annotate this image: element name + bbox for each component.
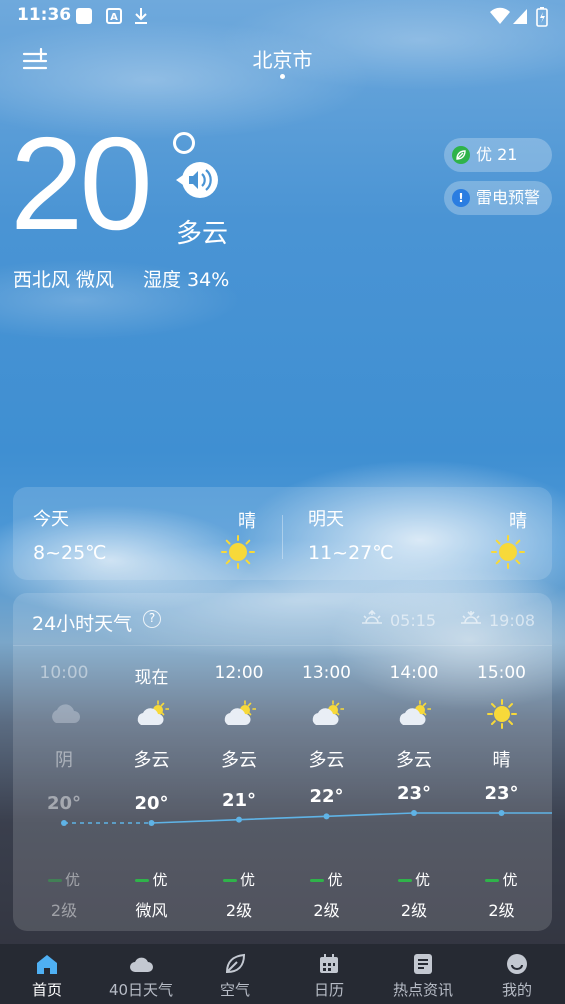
city-title[interactable]: 北京市 — [0, 44, 565, 73]
notification-square-icon — [76, 8, 92, 24]
status-bar: 11:36 A — [0, 0, 565, 32]
temp-line — [151, 812, 552, 824]
calendar-icon — [320, 954, 338, 973]
leaf-icon — [225, 953, 246, 974]
cell-signal-icon — [513, 9, 527, 24]
temp-point — [61, 820, 67, 826]
home-icon — [37, 955, 57, 974]
wifi-icon — [490, 7, 510, 24]
alert-badge-label: 雷电预警 — [476, 188, 541, 207]
leaf-icon — [452, 146, 470, 164]
sun-icon — [491, 535, 525, 569]
temp-point — [236, 816, 242, 823]
current-condition: 多云 — [176, 219, 229, 249]
tab-leaf[interactable]: 空气 — [188, 944, 282, 1004]
tomorrow-label: 明天 — [308, 509, 344, 530]
humidity-info: 湿度 34% — [143, 269, 230, 291]
today-condition: 晴 — [238, 511, 256, 532]
aqi-badge-label: 优 21 — [476, 145, 518, 164]
today-label: 今天 — [33, 509, 69, 530]
temp-point — [498, 810, 505, 816]
degree-symbol — [173, 132, 195, 154]
temperature-curve — [61, 810, 552, 826]
news-icon — [414, 954, 432, 974]
current-temperature: 20 — [10, 110, 153, 257]
tab-news[interactable]: 热点资讯 — [376, 944, 470, 1004]
aqi-badge[interactable]: 优 21 — [444, 138, 552, 172]
temp-point — [148, 820, 155, 826]
card-divider — [282, 515, 283, 559]
tomorrow-range: 11~27℃ — [308, 542, 394, 564]
page-indicator-dot — [280, 74, 285, 79]
temp-point — [323, 813, 330, 820]
tab-label: 我的 — [501, 981, 532, 999]
daily-forecast-card[interactable]: 今天 晴 8~25℃ 明天 晴 11~27℃ — [13, 487, 552, 580]
tab-label: 40日天气 — [108, 981, 174, 999]
cloud-icon — [130, 957, 153, 972]
tab-cloud[interactable]: 40日天气 — [94, 944, 188, 1004]
tab-home[interactable]: 首页 — [0, 944, 94, 1004]
battery-icon — [536, 7, 548, 27]
sun-icon — [221, 535, 255, 569]
voice-broadcast-icon[interactable] — [176, 160, 220, 200]
weather-alert-badge[interactable]: ! 雷电预警 — [444, 181, 552, 215]
svg-text:A: A — [110, 12, 118, 23]
status-time: 11:36 — [17, 5, 72, 25]
tab-calendar[interactable]: 日历 — [282, 944, 376, 1004]
wind-info: 西北风 微风 — [13, 269, 115, 291]
hourly-forecast-card[interactable]: 24小时天气 ? 05:15 19:08 10:00 阴 20° 优 2级 现在 多云 20°… — [13, 593, 552, 931]
temp-point — [411, 810, 417, 816]
tab-label: 日历 — [313, 981, 344, 999]
tab-label: 首页 — [31, 981, 62, 999]
tab-label: 空气 — [219, 981, 250, 999]
tab-profile[interactable]: 我的 — [470, 944, 564, 1004]
today-range: 8~25℃ — [33, 542, 107, 564]
alert-icon: ! — [452, 189, 470, 207]
tab-label: 热点资讯 — [392, 981, 453, 999]
profile-icon — [507, 954, 527, 974]
tomorrow-condition: 晴 — [509, 511, 527, 532]
app-a-icon: A — [106, 8, 122, 24]
bottom-tab-bar: 首页 40日天气 空气 日历 热点资讯 我的 — [0, 944, 565, 1004]
download-icon — [135, 8, 147, 24]
